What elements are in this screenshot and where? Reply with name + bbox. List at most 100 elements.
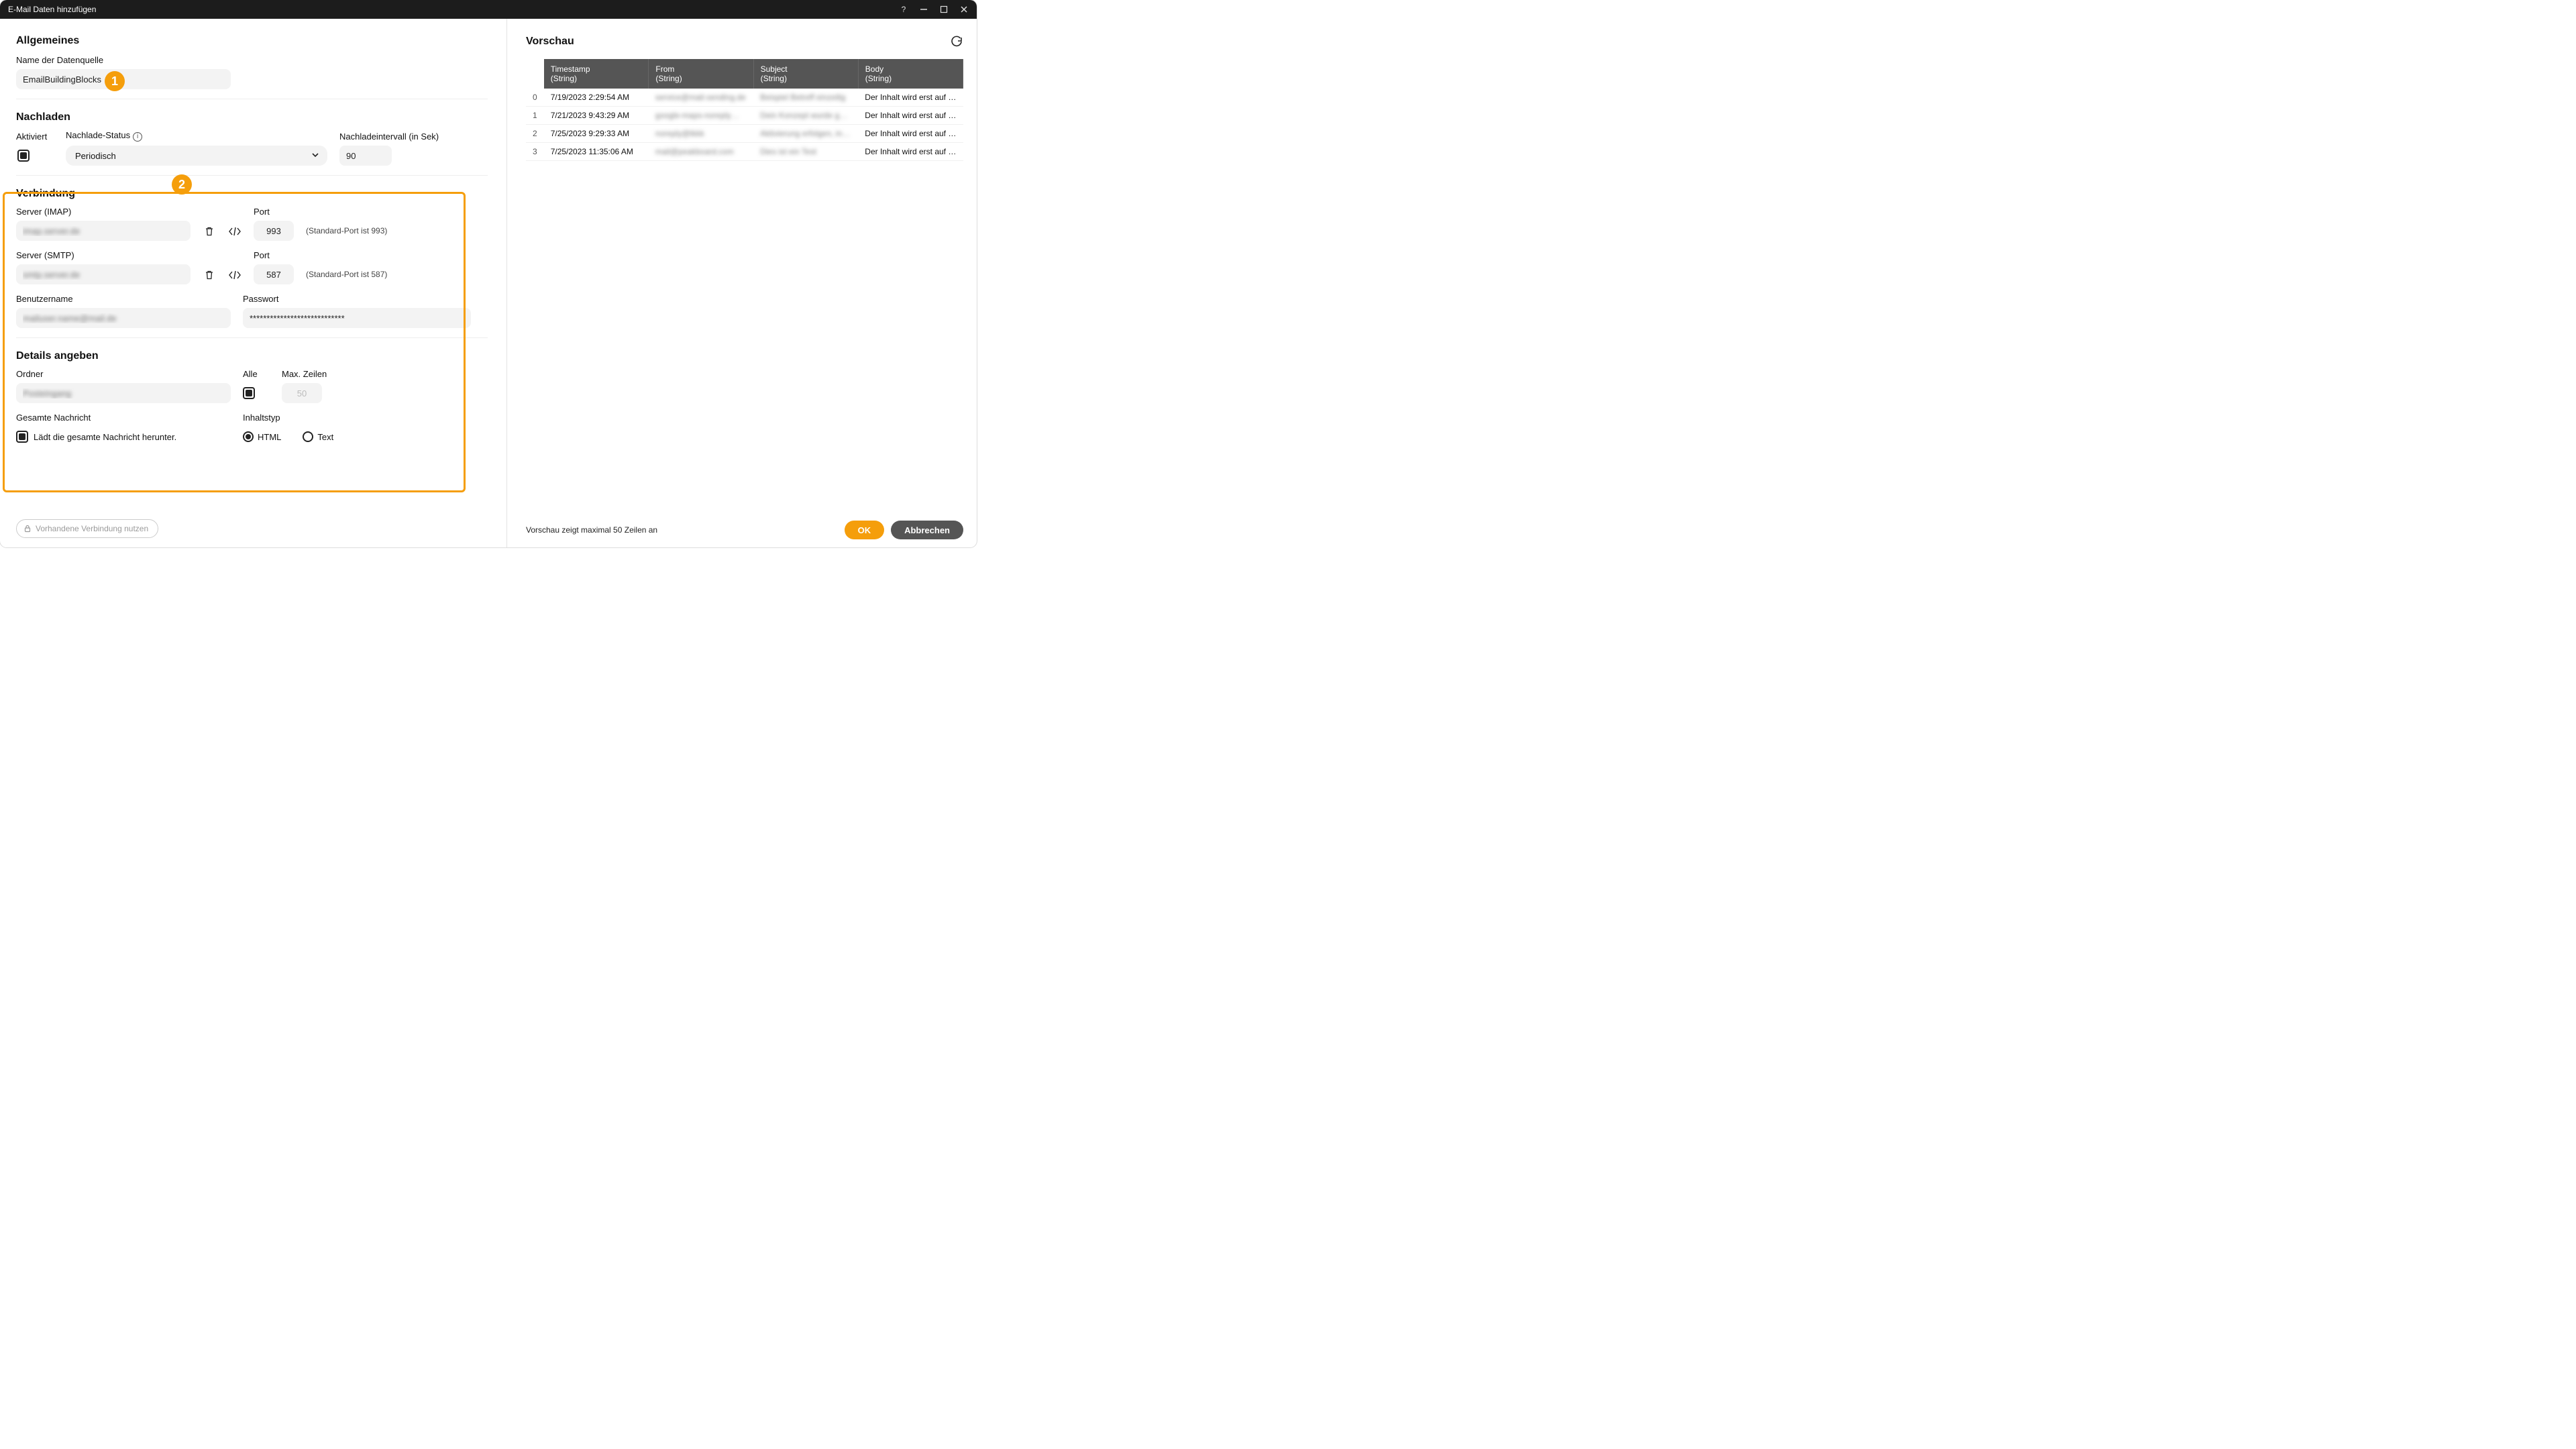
table-header-row: Timestamp(String) From(String) Subject(S… (526, 59, 963, 89)
col-subject[interactable]: Subject(String) (753, 59, 858, 89)
cell-timestamp: 7/25/2023 11:35:06 AM (544, 143, 649, 161)
cell-from: mail@peakboard.com (649, 143, 753, 161)
preview-note: Vorschau zeigt maximal 50 Zeilen an (526, 525, 838, 535)
lock-icon (23, 525, 32, 533)
col-timestamp[interactable]: Timestamp(String) (544, 59, 649, 89)
interval-input[interactable] (339, 146, 392, 166)
dialog-footer: Vorschau zeigt maximal 50 Zeilen an OK A… (526, 510, 963, 539)
cell-timestamp: 7/19/2023 2:29:54 AM (544, 89, 649, 107)
annotation-badge-1: 1 (105, 71, 125, 91)
section-connection-heading: Verbindung (16, 188, 488, 200)
annotation-badge-2: 2 (172, 174, 192, 195)
folder-label: Ordner (16, 369, 231, 379)
row-index: 0 (526, 89, 544, 107)
password-input[interactable] (243, 308, 471, 328)
trash-icon[interactable] (203, 225, 216, 238)
cell-body: Der Inhalt wird erst auf der (858, 89, 963, 107)
all-checkbox[interactable] (243, 387, 255, 399)
smtp-port-hint: (Standard-Port ist 587) (306, 270, 387, 279)
enabled-label: Aktiviert (16, 131, 54, 142)
window-title: E-Mail Daten hinzufügen (8, 5, 899, 14)
radio-text[interactable]: Text (303, 431, 333, 442)
section-general-heading: Allgemeines (16, 35, 488, 47)
cell-subject: Aktivierung erfolgen, in 5m (753, 125, 858, 143)
maxrows-input (282, 383, 322, 403)
port-label-smtp: Port (254, 250, 294, 260)
cell-body: Der Inhalt wird erst auf der (858, 125, 963, 143)
use-conn-label: Vorhandene Verbindung nutzen (36, 524, 148, 533)
folder-input[interactable] (16, 383, 231, 403)
left-footer: Vorhandene Verbindung nutzen (16, 519, 158, 538)
smtp-port-input[interactable] (254, 264, 294, 284)
right-pane: Vorschau Timestamp(String) From(String) … (507, 19, 977, 547)
cell-body: Der Inhalt wird erst auf der (858, 143, 963, 161)
section-details-heading: Details angeben (16, 350, 488, 362)
enabled-checkbox[interactable] (17, 150, 30, 162)
preview-table: Timestamp(String) From(String) Subject(S… (526, 59, 963, 161)
row-index: 3 (526, 143, 544, 161)
username-input[interactable] (16, 308, 231, 328)
reload-status-value: Periodisch (75, 151, 116, 161)
row-index: 2 (526, 125, 544, 143)
username-label: Benutzername (16, 294, 231, 304)
maximize-icon[interactable] (939, 5, 949, 14)
close-icon[interactable] (959, 5, 969, 14)
cell-from: google-maps-noreply@go (649, 107, 753, 125)
table-row[interactable]: 37/25/2023 11:35:06 AMmail@peakboard.com… (526, 143, 963, 161)
col-from[interactable]: From(String) (649, 59, 753, 89)
smtp-label: Server (SMTP) (16, 250, 191, 260)
divider (16, 175, 488, 176)
table-row[interactable]: 17/21/2023 9:43:29 AMgoogle-maps-noreply… (526, 107, 963, 125)
fullmsg-checkbox[interactable] (16, 431, 28, 443)
maxrows-label: Max. Zeilen (282, 369, 335, 379)
ok-button[interactable]: OK (845, 521, 885, 539)
titlebar: E-Mail Daten hinzufügen ? (0, 0, 977, 19)
imap-server-input[interactable] (16, 221, 191, 241)
name-label: Name der Datenquelle (16, 55, 231, 65)
smtp-server-input[interactable] (16, 264, 191, 284)
imap-port-input[interactable] (254, 221, 294, 241)
radio-icon (243, 431, 254, 442)
code-icon[interactable] (228, 268, 241, 282)
trash-icon[interactable] (203, 268, 216, 282)
imap-port-hint: (Standard-Port ist 993) (306, 226, 387, 235)
cell-timestamp: 7/21/2023 9:43:29 AM (544, 107, 649, 125)
refresh-icon[interactable] (950, 35, 963, 48)
use-existing-connection-button[interactable]: Vorhandene Verbindung nutzen (16, 519, 158, 538)
content-area: 1 2 Allgemeines Name der Datenquelle Nac… (0, 19, 977, 547)
password-label: Passwort (243, 294, 471, 304)
cell-from: service@mail-sending.de (649, 89, 753, 107)
cell-subject: Beispiel Betreff einzeilig (753, 89, 858, 107)
fullmsg-label: Gesamte Nachricht (16, 413, 231, 423)
divider (16, 337, 488, 338)
dialog-window: E-Mail Daten hinzufügen ? 1 2 Allgemeine… (0, 0, 977, 547)
col-body[interactable]: Body(String) (858, 59, 963, 89)
code-icon[interactable] (228, 225, 241, 238)
cell-body: Der Inhalt wird erst auf der (858, 107, 963, 125)
cell-subject: Dies ist ein Test (753, 143, 858, 161)
radio-icon (303, 431, 313, 442)
table-row[interactable]: 07/19/2023 2:29:54 AMservice@mail-sendin… (526, 89, 963, 107)
cancel-button[interactable]: Abbrechen (891, 521, 963, 539)
reload-status-select[interactable]: Periodisch (66, 146, 327, 166)
minimize-icon[interactable] (919, 5, 928, 14)
interval-label: Nachladeintervall (in Sek) (339, 131, 440, 142)
cell-timestamp: 7/25/2023 9:29:33 AM (544, 125, 649, 143)
chevron-down-icon (311, 151, 319, 159)
table-row[interactable]: 27/25/2023 9:29:33 AMnoreply@tkkkAktivie… (526, 125, 963, 143)
radio-html[interactable]: HTML (243, 431, 281, 442)
reload-status-label: Nachlade-Statusi (66, 130, 327, 142)
imap-label: Server (IMAP) (16, 207, 191, 217)
cell-subject: Dein Konzept wurde ganz (753, 107, 858, 125)
left-pane: 1 2 Allgemeines Name der Datenquelle Nac… (0, 19, 507, 547)
window-controls: ? (899, 5, 969, 14)
help-icon[interactable]: ? (899, 5, 908, 14)
section-reload-heading: Nachladen (16, 111, 488, 123)
info-icon[interactable]: i (133, 132, 142, 142)
contenttype-label: Inhaltstyp (243, 413, 333, 423)
cell-from: noreply@tkkk (649, 125, 753, 143)
all-label: Alle (243, 369, 270, 379)
preview-heading: Vorschau (526, 36, 574, 48)
fullmsg-desc: Lädt die gesamte Nachricht herunter. (34, 432, 176, 442)
row-index: 1 (526, 107, 544, 125)
